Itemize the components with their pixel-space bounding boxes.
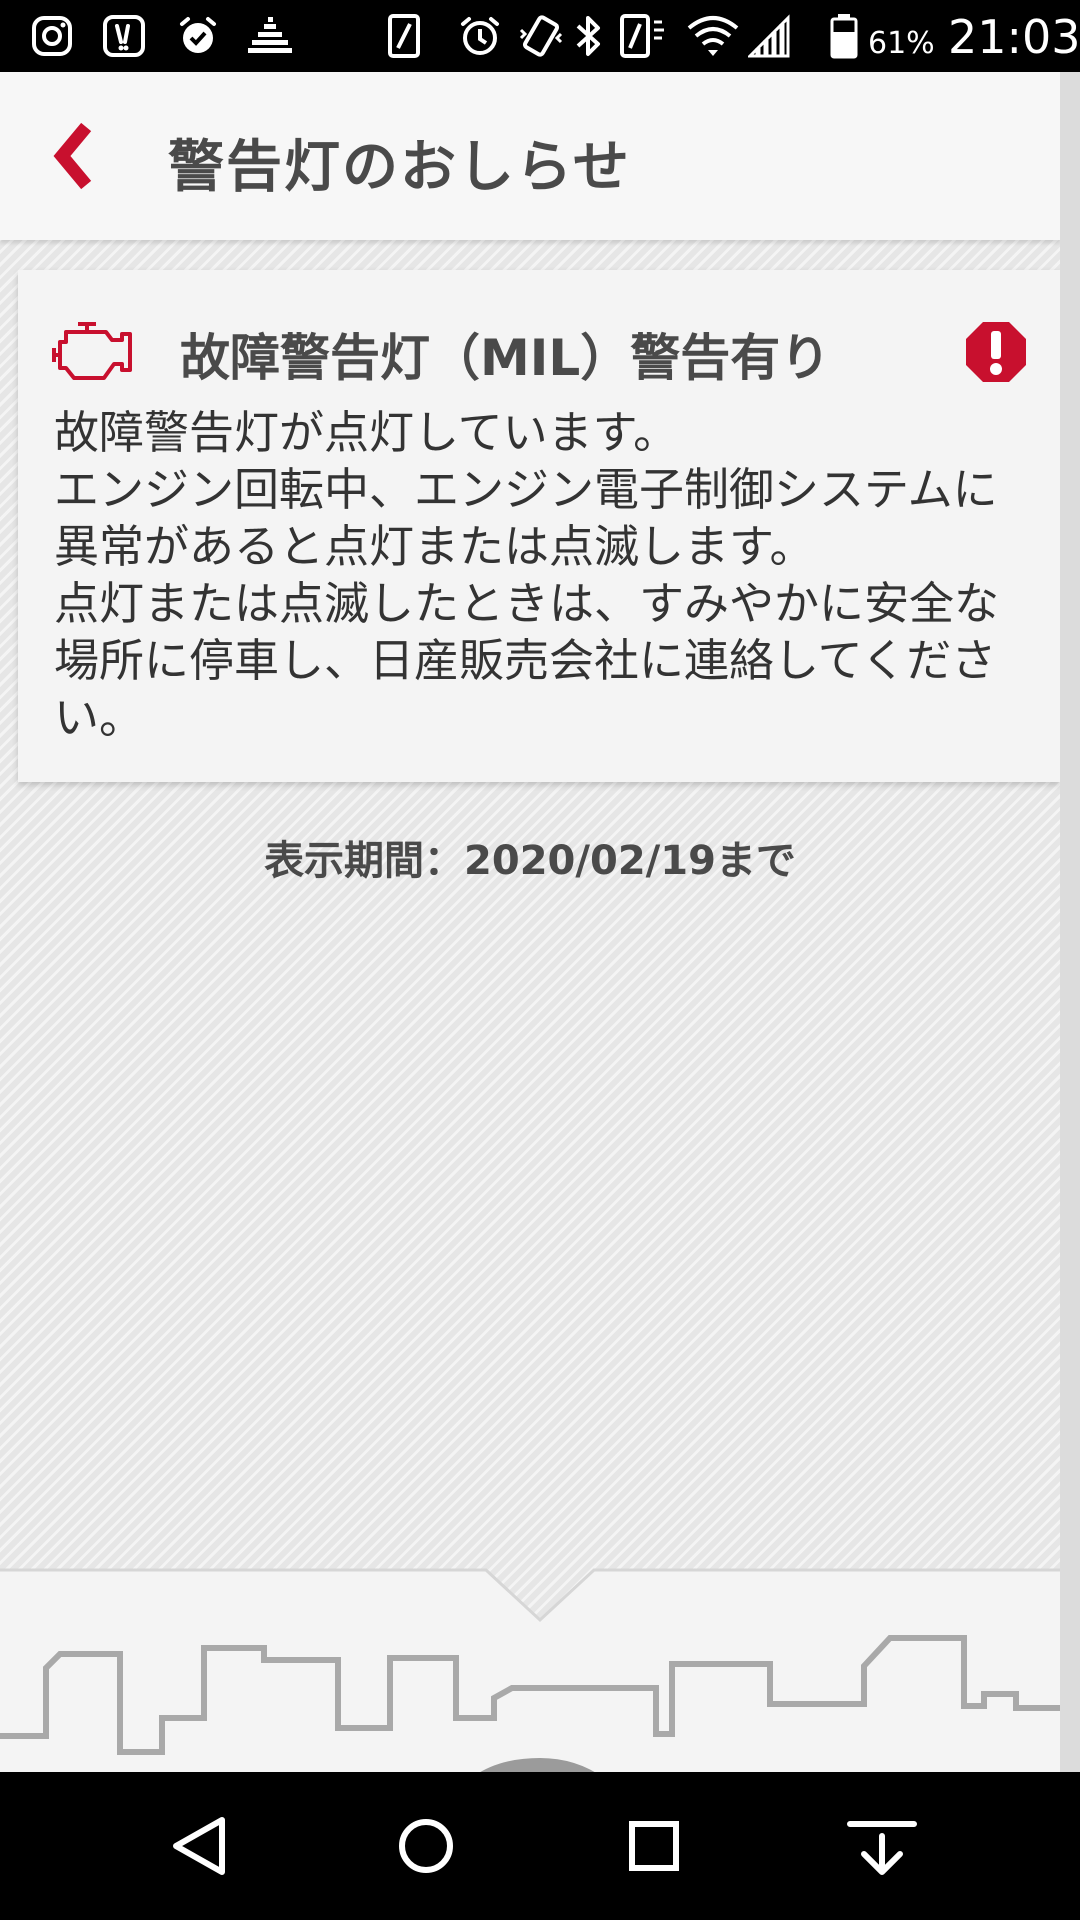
page-title: 警告灯のおしらせ: [168, 135, 631, 200]
app-notification-icon: [103, 15, 145, 57]
equalizer-icon: [248, 17, 292, 53]
status-bar: 61% 21:03: [0, 0, 1080, 72]
alarm-icon: [461, 17, 499, 55]
battery-percentage: 61%: [868, 26, 935, 61]
bluetooth-icon: [576, 16, 600, 56]
home-circle-icon[interactable]: [386, 1806, 466, 1886]
instagram-icon: [32, 16, 72, 56]
alert-title: 故障警告灯（MIL）警告有り: [180, 329, 831, 387]
data-saver-icon: [620, 14, 664, 58]
navigation-bar: [0, 1772, 1080, 1920]
notification-pull-icon[interactable]: [842, 1806, 922, 1886]
alert-message-line: 故障警告灯が点灯しています。: [54, 406, 679, 459]
app-content: 警告灯のおしらせ 故障警告灯（MIL）警告有り 故障警告灯が点灯しています。 エ…: [0, 72, 1060, 1844]
app-header: 警告灯のおしらせ: [0, 72, 1060, 240]
engine-warning-icon: [52, 322, 132, 380]
back-triangle-icon[interactable]: [160, 1806, 240, 1886]
chevron-left-icon: [53, 122, 92, 190]
battery-icon: [830, 14, 858, 59]
clock: 21:03: [948, 10, 1080, 64]
cell-signal-icon: [748, 14, 790, 58]
alarm-app-icon: [180, 17, 216, 53]
exclamation-octagon-icon: [966, 322, 1026, 382]
alert-message-line: エンジン回転中、エンジン電子制御システムに異常があると点灯または点滅します。: [54, 463, 998, 573]
scroll-edge: [1060, 72, 1080, 1772]
back-button[interactable]: [40, 116, 130, 196]
display-period: 表示期間：2020/02/19まで: [264, 838, 796, 884]
recents-square-icon[interactable]: [614, 1806, 694, 1886]
vibrate-icon: [519, 15, 563, 57]
wifi-icon: [687, 16, 739, 56]
alert-card: 故障警告灯（MIL）警告有り 故障警告灯が点灯しています。 エンジン回転中、エン…: [18, 270, 1060, 782]
alert-message-line: 点灯または点滅したときは、すみやかに安全な場所に停車し、日産販売会社に連絡してく…: [54, 577, 1000, 744]
alert-message: 故障警告灯が点灯しています。 エンジン回転中、エンジン電子制御システムに異常があ…: [54, 404, 1034, 746]
portrait-lock-icon: [388, 14, 420, 58]
